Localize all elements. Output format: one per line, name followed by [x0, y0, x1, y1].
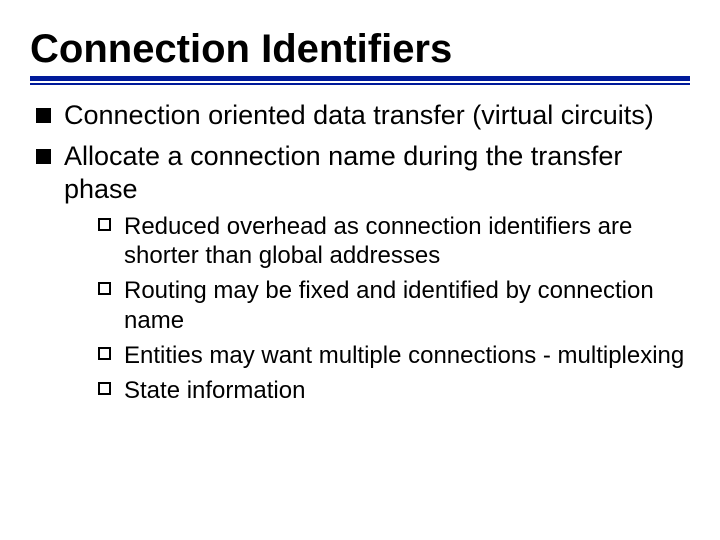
slide-title: Connection Identifiers [30, 28, 690, 70]
sub-bullet-item: Reduced overhead as connection identifie… [98, 212, 690, 271]
bullet-text: Allocate a connection name during the tr… [64, 141, 622, 204]
sub-bullet-item: Entities may want multiple connections -… [98, 341, 690, 370]
title-rule-thin [30, 83, 690, 85]
title-rule-thick [30, 76, 690, 81]
bullet-text: Connection oriented data transfer (virtu… [64, 100, 654, 130]
bullet-item: Allocate a connection name during the tr… [34, 140, 690, 405]
sub-bullet-text: State information [124, 377, 305, 404]
sub-bullet-text: Reduced overhead as connection identifie… [124, 213, 632, 269]
sub-bullet-item: Routing may be fixed and identified by c… [98, 276, 690, 335]
slide: Connection Identifiers Connection orient… [0, 0, 720, 540]
bullet-list: Connection oriented data transfer (virtu… [30, 99, 690, 405]
sub-bullet-text: Entities may want multiple connections -… [124, 342, 684, 369]
sub-bullet-text: Routing may be fixed and identified by c… [124, 277, 654, 333]
bullet-item: Connection oriented data transfer (virtu… [34, 99, 690, 132]
sub-bullet-item: State information [98, 376, 690, 405]
sub-bullet-list: Reduced overhead as connection identifie… [64, 212, 690, 406]
